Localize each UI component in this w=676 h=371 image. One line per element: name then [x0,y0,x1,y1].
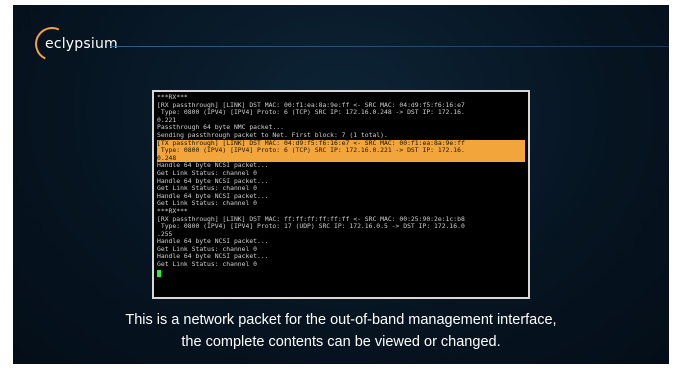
terminal-cursor [157,269,161,277]
terminal-line-highlighted: [TX passthrough] [LINK] DST MAC: 04:d9:f… [157,139,525,148]
terminal-line: Get Link Status: channel 0 [157,261,258,269]
terminal-line: Passthrough 64 byte NMC packet... [157,124,284,132]
terminal-line: Handle 64 byte NCSI packet... [157,192,269,200]
terminal-line: Type: 0800 (IPV4) [IPV4] Proto: 6 (TCP) … [157,109,465,117]
terminal-line: Get Link Status: channel 0 [157,185,258,193]
terminal-window: ***RX*** [RX passthrough] [LINK] DST MAC:… [152,90,530,299]
terminal-line: ***RX*** [157,207,188,215]
caption-line-2: the complete contents can be viewed or c… [181,334,501,350]
terminal-line: 0.221 [157,116,177,124]
terminal-line: Handle 64 byte NCSI packet... [157,177,269,185]
terminal-line: Handle 64 byte NCSI packet... [157,238,269,246]
terminal-line: Handle 64 byte NCSI packet... [157,162,269,170]
terminal-line: Type: 0800 (IPV4) [IPV4] Proto: 17 (UDP)… [157,223,465,231]
slide: eclypsium ***RX*** [RX passthrough] [LINK… [13,5,669,364]
eclypsium-logo: eclypsium [30,22,125,66]
caption-line-1: This is a network packet for the out-of-… [125,312,557,328]
terminal-line-highlighted: Type: 0800 (IPV4) [IPV4] Proto: 6 (TCP) … [157,147,525,155]
terminal-line: .255 [157,230,173,238]
terminal-line: Sending passthrough packet to Net. First… [157,131,388,139]
logo-text: eclypsium [45,36,118,52]
terminal-line: Get Link Status: channel 0 [157,245,258,253]
terminal-line: Get Link Status: channel 0 [157,200,258,208]
terminal-prompt-line [157,269,525,277]
terminal-line: [RX passthrough] [LINK] DST MAC: ff:ff:f… [157,215,465,223]
header-divider [110,46,669,47]
terminal-line: ***RX*** [157,94,188,101]
terminal-line-highlighted: 0.248 [157,154,525,163]
terminal-line: [RX passthrough] [LINK] DST MAC: 00:f1:e… [157,101,465,109]
terminal-line: Get Link Status: channel 0 [157,169,258,177]
terminal-line: Handle 64 byte NCSI packet... [157,253,269,261]
